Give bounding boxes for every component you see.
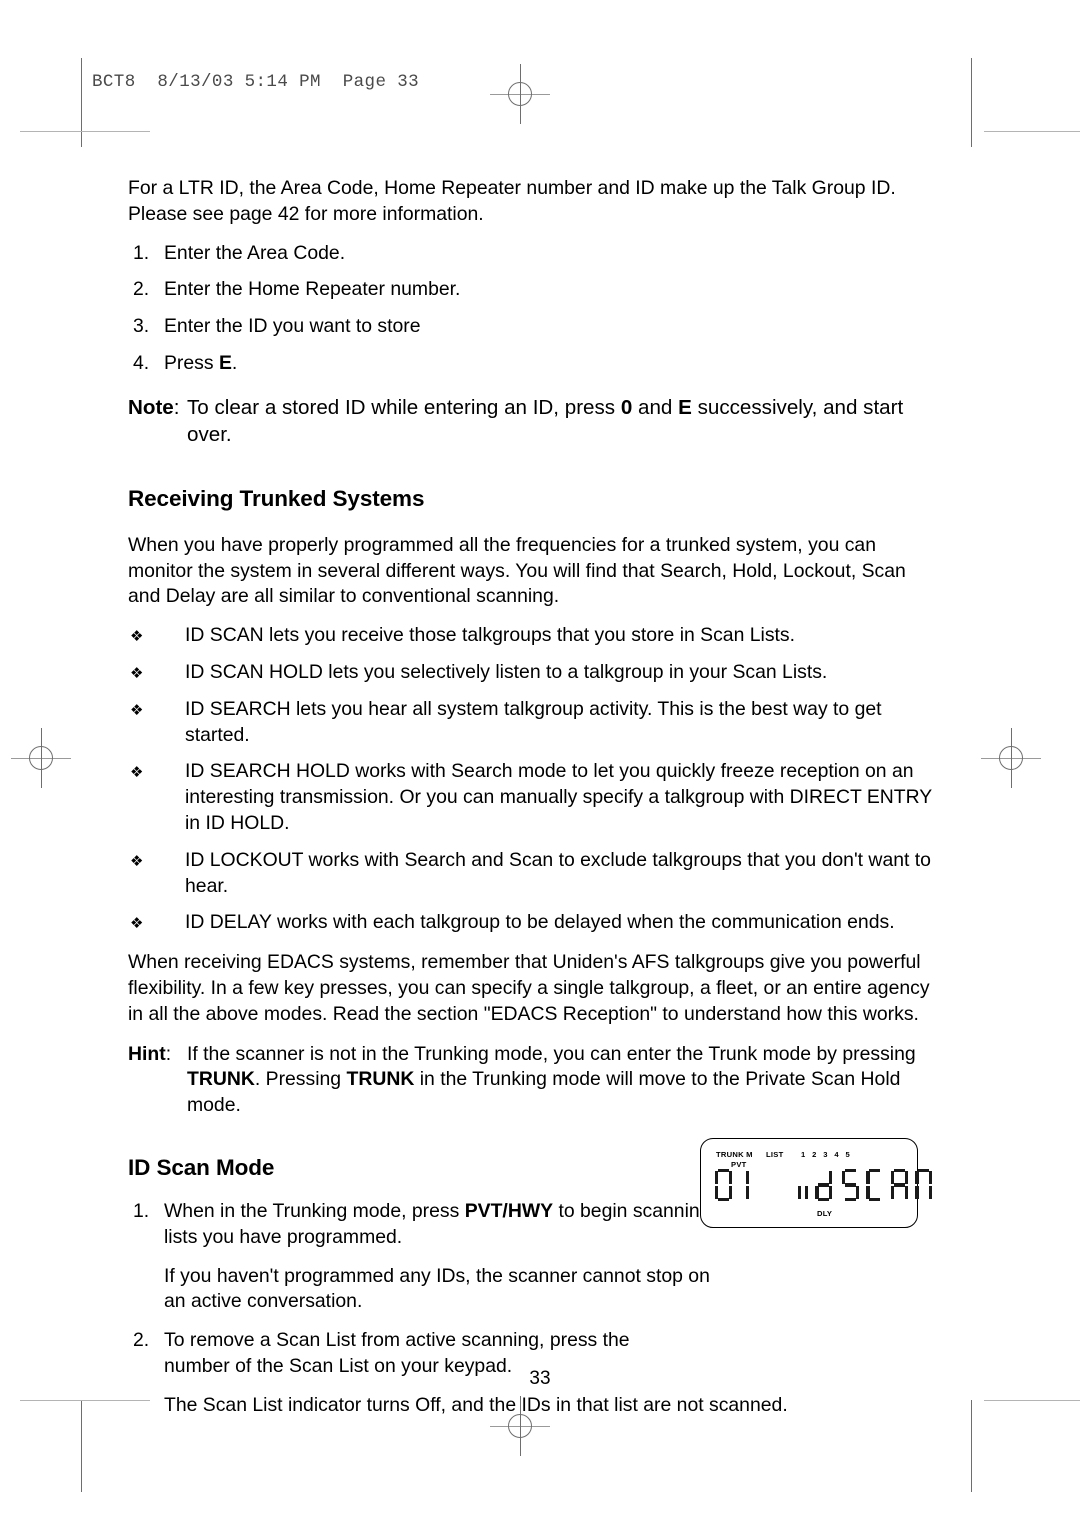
- list-item: ❖ ID SCAN lets you receive those talkgro…: [128, 623, 940, 649]
- list-item-number: 3.: [133, 315, 150, 338]
- lcd-display-illustration: TRUNK M PVT LIST 1 2 3 4 5 DLY: [700, 1138, 933, 1228]
- list-item: ❖ ID SEARCH lets you hear all system tal…: [128, 697, 940, 749]
- hint-text-mid: . Pressing: [254, 1068, 347, 1091]
- list-item: ❖ ID SEARCH HOLD works with Search mode …: [128, 759, 940, 836]
- diamond-bullet-icon: ❖: [130, 700, 144, 719]
- key-label-e: E: [678, 395, 692, 419]
- note-block: Note: To clear a stored ID while enterin…: [128, 394, 940, 448]
- note-text: To clear a stored ID while entering an I…: [187, 395, 621, 419]
- crop-mark-bottom-right-vertical: [971, 1400, 972, 1492]
- step1-note-paragraph: If you haven't programmed any IDs, the s…: [164, 1264, 710, 1313]
- crop-mark-top-right-vertical: [971, 58, 972, 147]
- diamond-bullet-icon: ❖: [130, 627, 144, 646]
- list-item-number: 1.: [133, 1199, 150, 1222]
- lcd-segment-mode: [798, 1169, 835, 1201]
- intro-paragraph: For a LTR ID, the Area Code, Home Repeat…: [128, 177, 896, 225]
- registration-mark-right: [981, 728, 1041, 788]
- lcd-segment-channel: [715, 1169, 752, 1201]
- lcd-annunciator-dly: DLY: [817, 1209, 833, 1218]
- registration-mark-circle: [508, 82, 532, 106]
- crop-mark-bottom-right-horizontal: [984, 1400, 1080, 1401]
- list-item-text: ID SEARCH lets you hear all system talkg…: [185, 697, 882, 746]
- page-content: For a LTR ID, the Area Code, Home Repeat…: [128, 176, 940, 1430]
- registration-mark-circle: [29, 746, 53, 770]
- seven-segment-digit-1: [739, 1169, 750, 1201]
- diamond-bullet-icon: ❖: [130, 663, 144, 682]
- seven-segment-letter-i: [798, 1169, 808, 1201]
- seven-segment-digit-0: [715, 1169, 732, 1201]
- list-item: 1. Enter the Area Code.: [128, 241, 940, 267]
- list-item-number: 2.: [133, 278, 150, 301]
- lcd-annunciator-list-numbers: 1 2 3 4 5: [801, 1150, 853, 1159]
- list-item-number: 4.: [133, 351, 150, 374]
- list-item-text: ID LOCKOUT works with Search and Scan to…: [185, 848, 931, 897]
- lcd-annunciator-list: LIST: [766, 1150, 784, 1159]
- registration-mark-top: [490, 64, 550, 124]
- document-page: BCT8 8/13/03 5:14 PM Page 33 For a LTR I…: [0, 0, 1080, 1528]
- list-item-text: Enter the ID you want to store: [164, 315, 421, 338]
- key-label-pvt-hwy: PVT/HWY: [464, 1199, 554, 1222]
- trunked-features-list: ❖ ID SCAN lets you receive those talkgro…: [128, 623, 940, 936]
- list-item: ❖ ID SCAN HOLD lets you selectively list…: [128, 660, 940, 686]
- list-item: 4. Press E.: [128, 351, 940, 377]
- list-item-text: ID SCAN HOLD lets you selectively listen…: [185, 660, 828, 683]
- crop-mark-top-left-horizontal: [20, 131, 150, 132]
- key-label-e: E: [218, 351, 232, 374]
- key-label-trunk: TRUNK: [346, 1068, 415, 1091]
- step2-note-paragraph: The Scan List indicator turns Off, and t…: [164, 1393, 788, 1416]
- list-item-number: 2.: [133, 1329, 150, 1352]
- crop-mark-bottom-left-vertical: [81, 1400, 82, 1492]
- list-item-text-end: .: [231, 351, 238, 374]
- list-item-text: Press: [164, 351, 219, 374]
- edacs-paragraph: When receiving EDACS systems, remember t…: [128, 951, 930, 1025]
- seven-segment-letter-n: [915, 1169, 933, 1201]
- note-label: Note:: [128, 395, 180, 419]
- list-item-text: Enter the Area Code.: [164, 241, 346, 264]
- list-item: 1. When in the Trunking mode, press PVT/…: [128, 1199, 764, 1251]
- list-item-text: ID DELAY works with each talkgroup to be…: [185, 911, 895, 934]
- hint-label: Hint:: [128, 1042, 172, 1065]
- list-item-number: 1.: [133, 241, 150, 264]
- list-item: 3. Enter the ID you want to store: [128, 314, 940, 340]
- registration-mark-circle: [999, 746, 1023, 770]
- diamond-bullet-icon: ❖: [130, 914, 144, 933]
- seven-segment-letter-s: [842, 1169, 859, 1201]
- hint-block: Hint: If the scanner is not in the Trunk…: [128, 1042, 940, 1119]
- lcd-segment-status: [842, 1169, 935, 1201]
- registration-mark-left: [11, 728, 71, 788]
- list-item: 2. Enter the Home Repeater number.: [128, 277, 940, 303]
- running-head: BCT8 8/13/03 5:14 PM Page 33: [92, 72, 420, 92]
- list-item: ❖ ID LOCKOUT works with Search and Scan …: [128, 848, 940, 900]
- key-label-zero: 0: [620, 395, 633, 419]
- hint-text: If the scanner is not in the Trunking mo…: [187, 1042, 916, 1065]
- list-item-text: ID SEARCH HOLD works with Search mode to…: [185, 760, 932, 834]
- seven-segment-letter-d: [815, 1169, 833, 1201]
- seven-segment-letter-a: [890, 1169, 908, 1201]
- diamond-bullet-icon: ❖: [130, 763, 144, 782]
- lcd-annunciator-trunk-m: TRUNK M: [716, 1150, 753, 1159]
- key-label-trunk: TRUNK: [187, 1068, 255, 1091]
- page-number: 33: [529, 1368, 551, 1389]
- list-item-text: Enter the Home Repeater number.: [164, 278, 461, 301]
- crop-mark-top-left-vertical: [81, 58, 82, 147]
- list-item: ❖ ID DELAY works with each talkgroup to …: [128, 910, 940, 936]
- trunked-intro-paragraph: When you have properly programmed all th…: [128, 533, 906, 608]
- list-item-text: When in the Trunking mode, press: [164, 1199, 465, 1222]
- diamond-bullet-icon: ❖: [130, 851, 144, 870]
- list-item-text: ID SCAN lets you receive those talkgroup…: [185, 624, 796, 647]
- ltr-id-steps-list: 1. Enter the Area Code. 2. Enter the Hom…: [128, 241, 940, 377]
- crop-mark-top-right-horizontal: [984, 131, 1080, 132]
- lcd-annunciator-pvt: PVT: [731, 1160, 747, 1169]
- note-text-mid: and: [632, 395, 679, 419]
- seven-segment-letter-c: [866, 1169, 883, 1201]
- heading-receiving-trunked-systems: Receiving Trunked Systems: [128, 485, 425, 511]
